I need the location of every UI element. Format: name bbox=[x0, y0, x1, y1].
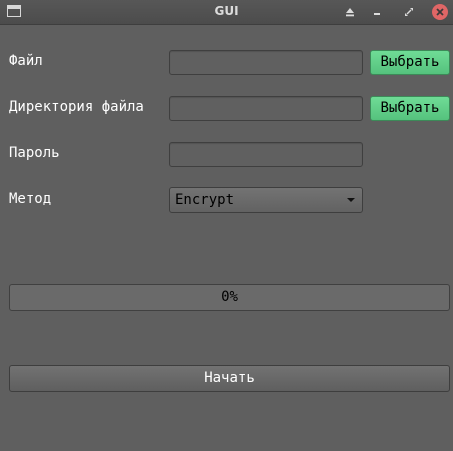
password-label: Пароль bbox=[9, 145, 60, 161]
method-select-value: Encrypt bbox=[175, 192, 235, 208]
chevron-down-icon bbox=[347, 198, 355, 202]
progress-bar: 0% bbox=[9, 284, 450, 311]
start-button[interactable]: Начать bbox=[9, 365, 450, 392]
file-label: Файл bbox=[9, 53, 43, 69]
shade-icon[interactable] bbox=[342, 4, 358, 20]
password-input[interactable] bbox=[169, 142, 363, 167]
window-title: GUI bbox=[214, 4, 239, 18]
title-bar[interactable]: GUI bbox=[0, 0, 453, 25]
close-icon[interactable] bbox=[432, 4, 448, 20]
file-browse-button[interactable]: Выбрать bbox=[370, 50, 450, 75]
minimize-icon[interactable] bbox=[369, 4, 385, 20]
file-path-input[interactable] bbox=[169, 50, 363, 75]
progress-text: 0% bbox=[221, 289, 238, 305]
directory-path-input[interactable] bbox=[169, 96, 363, 121]
maximize-icon[interactable] bbox=[401, 4, 417, 20]
directory-browse-button[interactable]: Выбрать bbox=[370, 96, 450, 121]
directory-label: Директория файла bbox=[9, 99, 144, 115]
method-label: Метод bbox=[9, 191, 52, 207]
method-select[interactable]: Encrypt bbox=[169, 187, 363, 213]
